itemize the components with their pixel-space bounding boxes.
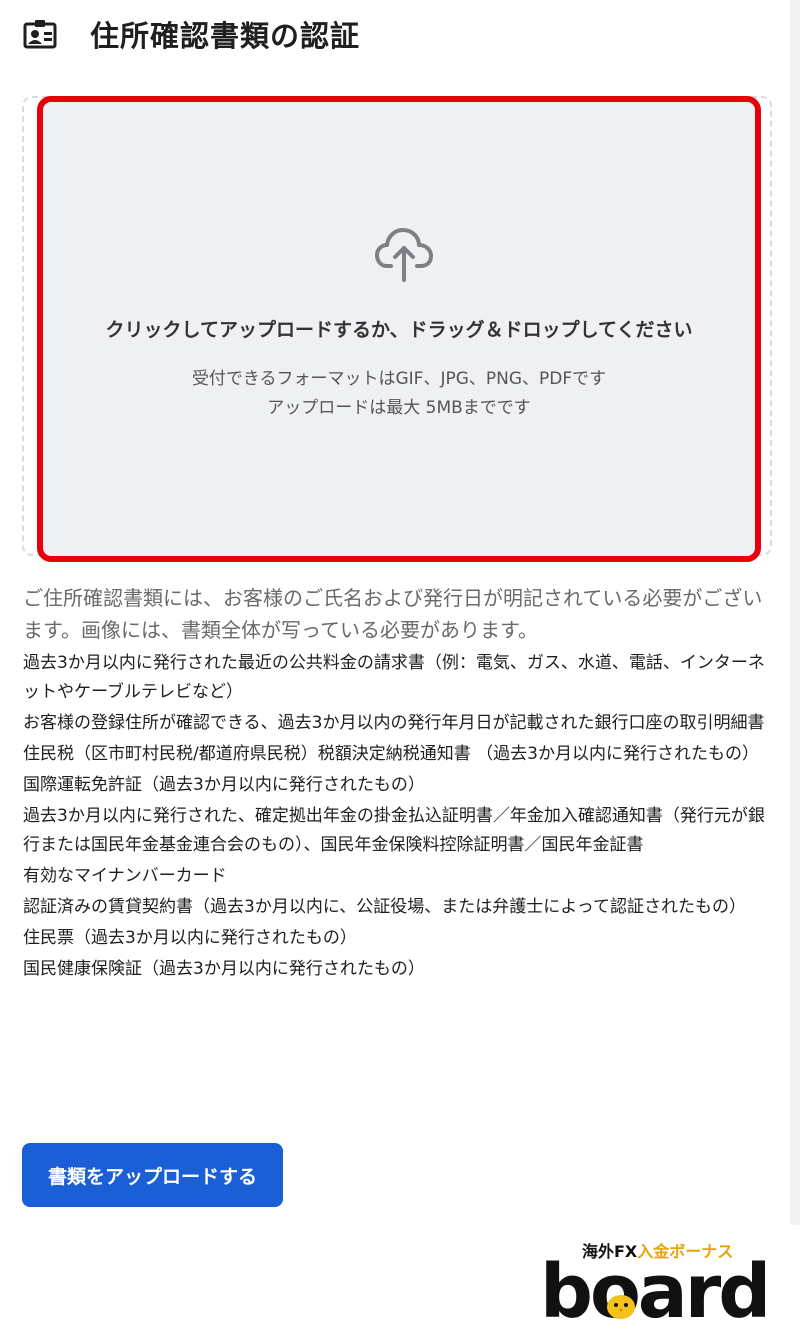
accepted-documents-list: 過去3か月以内に発行された最近の公共料金の請求書（例：電気、ガス、水道、電話、イ… bbox=[23, 649, 778, 986]
chick-mascot-icon bbox=[607, 1295, 635, 1319]
list-item: 住民票（過去3か月以内に発行されたもの） bbox=[23, 928, 357, 948]
list-item: 国民健康保険証（過去3か月以内に発行されたもの） bbox=[23, 959, 425, 979]
page-edge-divider bbox=[790, 0, 800, 1225]
cloud-upload-icon bbox=[375, 228, 433, 282]
file-dropzone[interactable]: クリックしてアップロードするか、ドラッグ＆ドロップしてください 受付できるフォー… bbox=[37, 96, 761, 562]
page-header: 住所確認書類の認証 bbox=[22, 12, 360, 56]
upload-documents-button[interactable]: 書類をアップロードする bbox=[22, 1143, 283, 1207]
dropzone-size-hint: アップロードは最大 5MBまでです bbox=[267, 398, 531, 418]
list-item: 有効なマイナンバーカード bbox=[23, 866, 227, 886]
list-item: 過去3か月以内に発行された、確定拠出年金の掛金払込証明書／年金加入確認通知書（発… bbox=[23, 806, 765, 855]
dropzone-instruction: クリックしてアップロードするか、ドラッグ＆ドロップしてください bbox=[105, 319, 693, 341]
id-card-icon bbox=[22, 16, 58, 52]
list-item: 住民税（区市町村民税/都道府県民税）税額決定納税通知書 （過去3か月以内に発行さ… bbox=[23, 744, 759, 764]
dropzone-formats-hint: 受付できるフォーマットはGIF、JPG、PNG、PDFです bbox=[191, 369, 607, 389]
logo-wordmark: board bbox=[540, 1249, 771, 1335]
list-item: 国際運転免許証（過去3か月以内に発行されたもの） bbox=[23, 775, 425, 795]
list-item: お客様の登録住所が確認できる、過去3か月以内の発行年月日が記載された銀行口座の取… bbox=[23, 713, 765, 733]
requirements-intro: ご住所確認書類には、お客様のご氏名および発行日が明記されている必要がございます。… bbox=[23, 586, 763, 642]
page-title: 住所確認書類の認証 bbox=[90, 19, 361, 53]
board-logo: 海外FX入金ボーナス board bbox=[540, 1238, 790, 1335]
list-item: 認証済みの賃貸契約書（過去3か月以内に、公証役場、または弁護士によって認証された… bbox=[23, 897, 746, 917]
list-item: 過去3か月以内に発行された最近の公共料金の請求書（例：電気、ガス、水道、電話、イ… bbox=[23, 653, 765, 702]
